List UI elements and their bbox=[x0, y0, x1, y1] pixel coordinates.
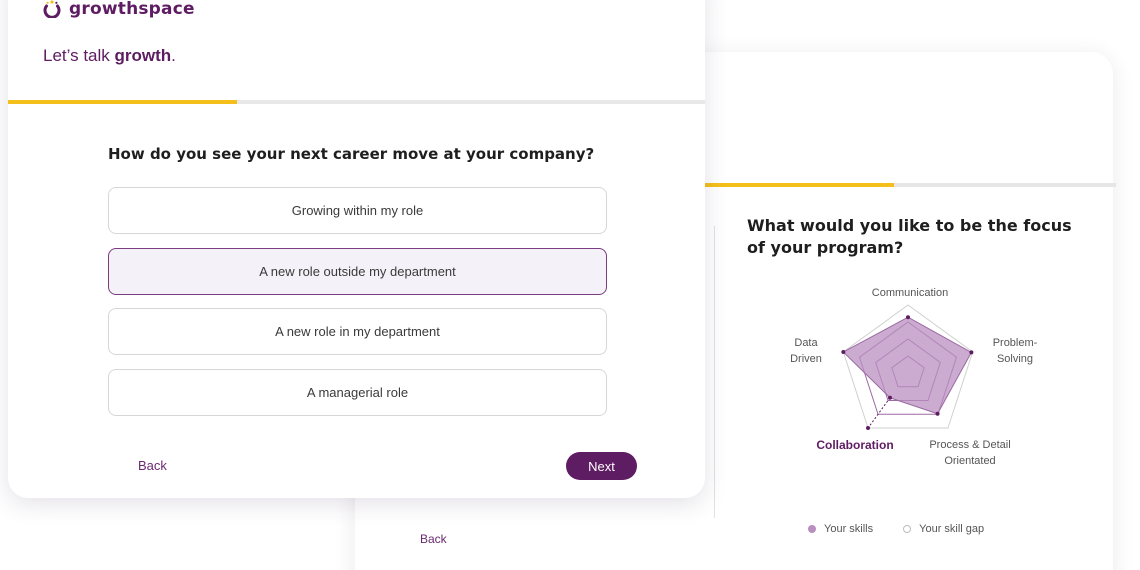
legend-skill-gap: Your skill gap bbox=[903, 523, 984, 535]
radar-gap-point bbox=[866, 426, 871, 431]
career-progress-fill bbox=[8, 100, 237, 104]
option-label: A new role outside my department bbox=[259, 264, 456, 279]
skills-progress-fill bbox=[705, 183, 894, 187]
axis-label-problem-solving: Problem- Solving bbox=[992, 337, 1038, 365]
tagline: Let’s talk growth. bbox=[43, 46, 176, 66]
skills-radar-chart: Communication Problem- Solving Process &… bbox=[780, 280, 1050, 480]
radar-point bbox=[935, 411, 940, 416]
option-label: A new role in my department bbox=[275, 324, 440, 339]
growthspace-logo: growthspace bbox=[43, 0, 195, 20]
skills-progress-bar bbox=[705, 183, 1116, 187]
legend-empty-dot bbox=[903, 525, 912, 533]
option-label: A managerial role bbox=[306, 385, 409, 400]
option-managerial-role[interactable]: A managerial role bbox=[108, 369, 607, 416]
radar-point bbox=[906, 315, 910, 320]
your-skills-area bbox=[842, 316, 973, 415]
growthspace-logo-icon bbox=[43, 0, 61, 18]
radar-point bbox=[969, 350, 974, 355]
radar-point bbox=[841, 349, 846, 354]
radar-legend: Your skills Your skill gap bbox=[808, 521, 1014, 537]
option-new-role-outside-department[interactable]: A new role outside my department bbox=[108, 248, 607, 295]
radar-point bbox=[888, 395, 893, 400]
focus-question: What would you like to be the focus of y… bbox=[747, 216, 1072, 257]
tagline-suffix: . bbox=[171, 46, 176, 65]
tagline-prefix: Let’s talk bbox=[43, 46, 115, 65]
option-new-role-in-department[interactable]: A new role in my department bbox=[108, 308, 607, 355]
back-link[interactable]: Back bbox=[138, 458, 167, 473]
next-button[interactable]: Next bbox=[566, 452, 637, 480]
legend-skill-gap-label: Your skill gap bbox=[919, 523, 985, 535]
career-question: How do you see your next career move at … bbox=[108, 145, 595, 163]
career-progress-bar bbox=[8, 100, 705, 104]
axis-label-data-driven: Data Driven bbox=[790, 337, 822, 365]
legend-your-skills: Your skills bbox=[808, 523, 873, 535]
back-card-back-link[interactable]: Back bbox=[420, 532, 447, 546]
legend-filled-dot bbox=[808, 525, 816, 533]
skill-gap-line bbox=[867, 397, 891, 429]
vertical-divider bbox=[714, 226, 715, 518]
option-label: Growing within my role bbox=[291, 203, 424, 218]
logo-wordmark: growthspace bbox=[69, 0, 195, 19]
option-growing-within-role[interactable]: Growing within my role bbox=[108, 187, 607, 234]
axis-label-process-detail: Process & Detail Orientated bbox=[929, 439, 1011, 467]
legend-your-skills-label: Your skills bbox=[824, 523, 874, 535]
tagline-bold: growth bbox=[114, 46, 172, 65]
axis-label-collaboration: Collaboration bbox=[816, 438, 894, 452]
axis-label-communication: Communication bbox=[871, 287, 949, 299]
